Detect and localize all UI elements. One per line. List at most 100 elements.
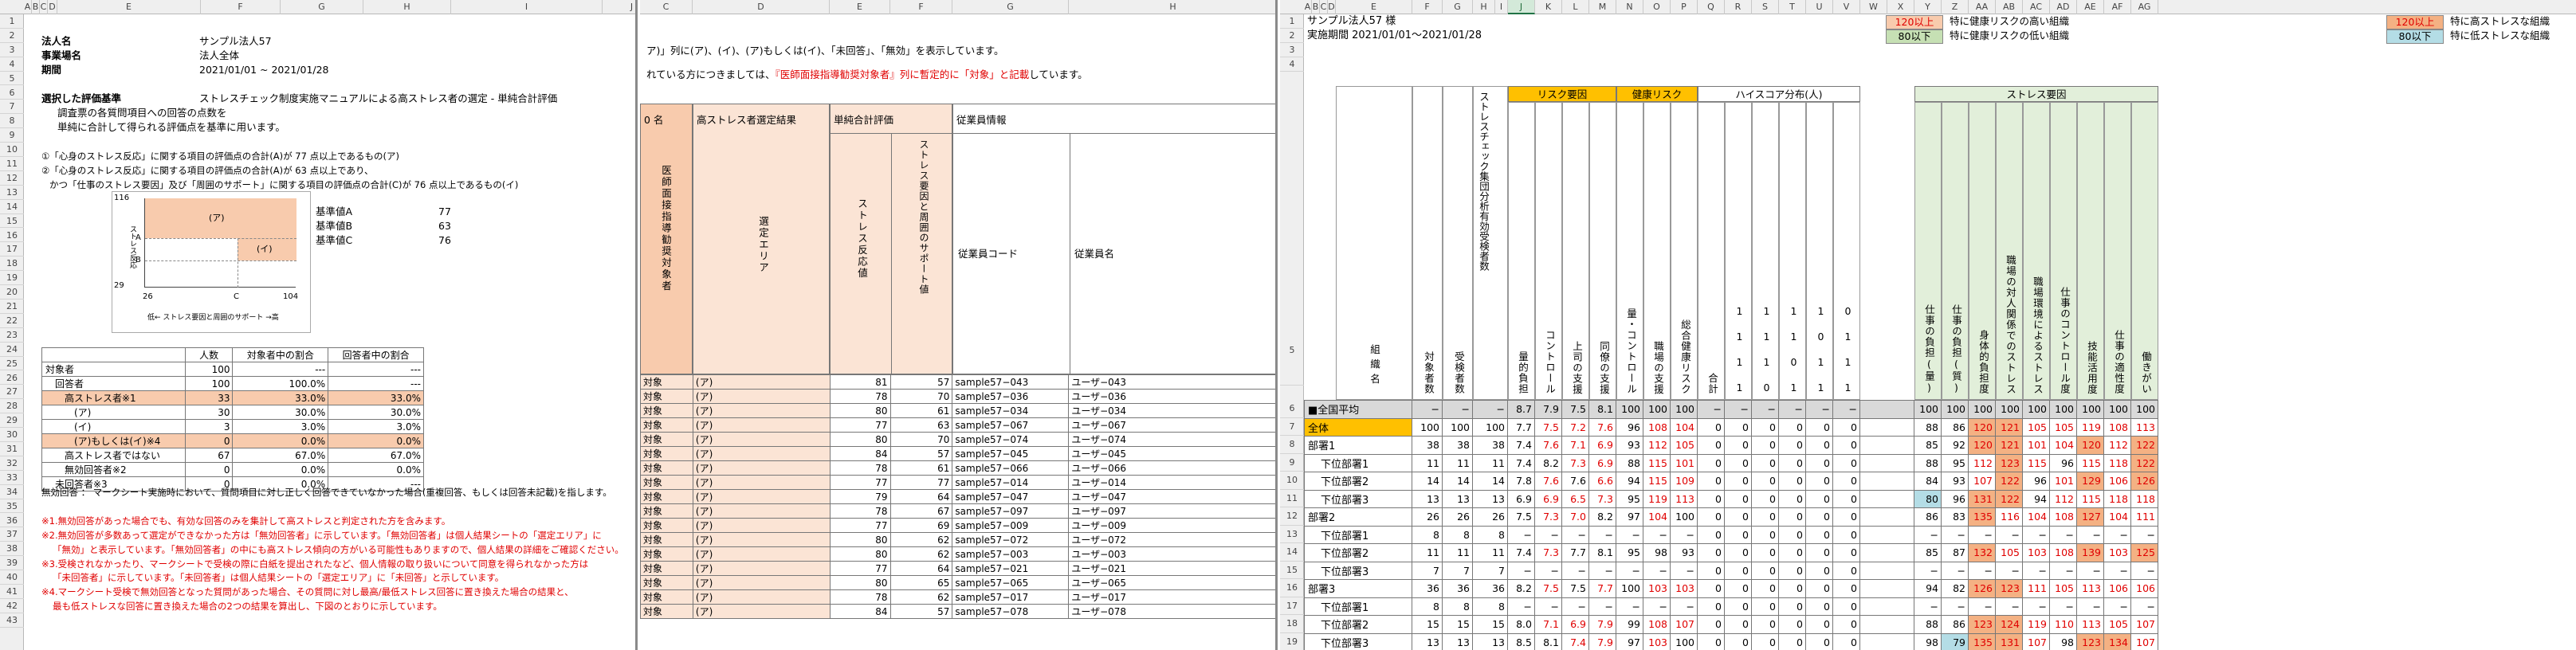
row-number[interactable]: 9 (1280, 454, 1304, 472)
column-letter[interactable]: J (603, 0, 635, 14)
column-letter[interactable]: J (1508, 0, 1535, 14)
row-number[interactable]: 36 (0, 514, 24, 528)
column-letter[interactable]: O (1643, 0, 1671, 14)
column-letter[interactable]: C (1320, 0, 1328, 14)
row-number[interactable]: 29 (0, 413, 24, 429)
row-number[interactable]: 5 (1280, 72, 1304, 386)
table-row[interactable]: 対象 (ア) 84 57 sample57−045 ユーザ−045 (640, 446, 1275, 461)
table-row[interactable]: 対象 (ア) 77 69 sample57−009 ユーザ−009 (640, 518, 1275, 533)
row-number[interactable]: 8 (0, 114, 24, 129)
column-letter[interactable]: N (1616, 0, 1643, 14)
row-number[interactable]: 13 (1280, 526, 1304, 543)
row-number[interactable]: 27 (0, 385, 24, 400)
row-number[interactable]: 17 (1280, 597, 1304, 615)
table-row[interactable]: ■全国平均 − − −8.7 7.9 7.5 8.1 100 100 100− − − − − −100 10… (1304, 400, 2158, 419)
row-number[interactable]: 32 (0, 456, 24, 471)
column-letter[interactable]: Y (1914, 0, 1942, 14)
table-row[interactable]: 下位部署2 11 11 11 7.4 7.3 7.7 8.1 95 98 93 0 0 0 0 0 0 85 87 1… (1304, 543, 2158, 562)
column-letter[interactable]: W (1860, 0, 1887, 14)
row-number[interactable]: 17 (0, 242, 24, 257)
table-row[interactable]: 対象 (ア) 78 61 sample57−066 ユーザ−066 (640, 460, 1275, 476)
row-number[interactable]: 18 (1280, 615, 1304, 633)
table-row[interactable]: 対象 (ア) 80 62 sample57−072 ユーザ−072 (640, 532, 1275, 547)
row-number[interactable]: 22 (0, 314, 24, 328)
column-letter[interactable]: B (32, 0, 40, 14)
column-letter[interactable]: G (952, 0, 1069, 14)
row-number[interactable]: 11 (0, 157, 24, 171)
row-number[interactable]: 12 (1280, 507, 1304, 526)
row-number[interactable]: 26 (0, 371, 24, 386)
row-number[interactable]: 6 (0, 86, 24, 100)
row-number[interactable]: 35 (0, 499, 24, 514)
column-letter[interactable]: D (48, 0, 57, 14)
column-letter[interactable]: F (1412, 0, 1443, 14)
row-number[interactable]: 2 (0, 29, 24, 43)
column-letter[interactable]: G (281, 0, 363, 14)
table-row[interactable]: 対象 (ア) 78 70 sample57−036 ユーザ−036 (640, 389, 1275, 404)
column-letter[interactable]: E (57, 0, 201, 14)
column-letter[interactable]: AE (2077, 0, 2104, 14)
column-letter[interactable]: AD (2050, 0, 2077, 14)
row-number[interactable]: 38 (0, 542, 24, 557)
row-number[interactable]: 14 (0, 200, 24, 214)
column-letter[interactable]: R (1725, 0, 1752, 14)
table-row[interactable]: 対象 (ア) 77 63 sample57−067 ユーザ−067 (640, 417, 1275, 433)
column-letter[interactable]: P (1671, 0, 1698, 14)
table-row[interactable]: 対象 (ア) 80 70 sample57−074 ユーザ−074 (640, 432, 1275, 447)
row-number[interactable]: 15 (1280, 562, 1304, 579)
column-letter[interactable]: F (890, 0, 952, 14)
row-number[interactable]: 28 (0, 399, 24, 414)
table-row[interactable]: 対象 (ア) 78 62 sample57−017 ユーザ−017 (640, 589, 1275, 605)
row-number[interactable]: 11 (1280, 490, 1304, 507)
table-row[interactable]: 部署3 36 36 36 8.2 7.5 7.5 7.7 100 103 103 0 0 0 0 0 0 94 82… (1304, 579, 2158, 598)
table-row[interactable]: 全体 100 100 100 7.7 7.5 7.2 7.6 96 108 104 0 0 0 0 0 0 88 8… (1304, 417, 2158, 437)
row-number[interactable]: 1 (1280, 14, 1304, 29)
column-letter[interactable]: C (40, 0, 48, 14)
column-letter[interactable]: B (1312, 0, 1320, 14)
row-number[interactable]: 10 (0, 143, 24, 157)
column-letter[interactable]: H (363, 0, 451, 14)
column-letter[interactable]: AG (2131, 0, 2158, 14)
row-number[interactable]: 34 (0, 485, 24, 499)
row-number[interactable]: 10 (1280, 472, 1304, 490)
table-row[interactable]: 対象 (ア) 80 61 sample57−034 ユーザ−034 (640, 403, 1275, 418)
table-row[interactable]: 部署1 38 38 38 7.4 7.6 7.1 6.9 93 112 105 0 0 0 0 0 0 85 92 1… (1304, 436, 2158, 455)
row-number[interactable]: 8 (1280, 436, 1304, 454)
column-letter[interactable]: AF (2104, 0, 2131, 14)
table-row[interactable]: 対象 (ア) 81 57 sample57−043 ユーザ−043 (640, 374, 1275, 390)
column-letter[interactable]: I (451, 0, 603, 14)
table-row[interactable]: 対象 (ア) 79 64 sample57−047 ユーザ−047 (640, 489, 1275, 504)
column-letter[interactable]: Z (1942, 0, 1969, 14)
row-number[interactable]: 31 (0, 442, 24, 456)
column-letter[interactable]: I (1495, 0, 1508, 14)
row-number[interactable]: 20 (0, 285, 24, 300)
row-number[interactable]: 30 (0, 428, 24, 442)
table-row[interactable]: 下位部署1 8 8 8− − − − − − −0 0 0 0 0 0− − − − − − − − − (1304, 597, 2158, 616)
table-row[interactable]: 対象 (ア) 80 62 sample57−003 ユーザ−003 (640, 546, 1275, 562)
row-number[interactable]: 42 (0, 599, 24, 613)
row-number[interactable]: 4 (1280, 57, 1304, 72)
row-number[interactable]: 33 (0, 471, 24, 485)
row-number[interactable]: 43 (0, 613, 24, 628)
table-row[interactable]: 対象 (ア) 80 65 sample57−065 ユーザ−065 (640, 575, 1275, 590)
row-number[interactable]: 12 (0, 171, 24, 186)
column-letter[interactable]: G (1443, 0, 1473, 14)
table-row[interactable]: 対象 (ア) 77 64 sample57−021 ユーザ−021 (640, 561, 1275, 576)
column-letter[interactable]: U (1806, 0, 1833, 14)
row-number[interactable]: 19 (0, 271, 24, 286)
table-row[interactable]: 対象 (ア) 78 67 sample57−097 ユーザ−097 (640, 503, 1275, 519)
row-number[interactable]: 4 (0, 57, 24, 72)
table-row[interactable]: 下位部署1 11 11 11 7.4 8.2 7.3 6.9 88 115 101 0 0 0 0 0 0 88 9… (1304, 453, 2158, 472)
row-number[interactable]: 3 (1280, 43, 1304, 57)
sheet-pane-group-analysis[interactable]: A B C D E F G H I J K L M N O P Q R S T U V W X Y Z AA AB AC AD AE AF AG… (1280, 0, 2576, 650)
table-row[interactable]: 下位部署1 8 8 8− − − − − − −0 0 0 0 0 0− − − − − − − − − (1304, 525, 2158, 544)
row-number[interactable]: 16 (0, 229, 24, 243)
row-number[interactable]: 24 (0, 343, 24, 357)
column-letter[interactable]: A (1304, 0, 1312, 14)
table-row[interactable]: 下位部署3 13 13 13 8.5 8.1 7.4 7.9 97 103 100 0 0 0 0 0 0 98 7… (1304, 632, 2158, 650)
table-row[interactable]: 部署2 26 26 26 7.5 7.3 7.0 8.2 97 104 100 0 0 0 0 0 0 86 83 1… (1304, 507, 2158, 527)
row-number[interactable]: 15 (0, 214, 24, 229)
row-number[interactable]: 23 (0, 328, 24, 343)
row-number[interactable]: 21 (0, 300, 24, 314)
column-letter[interactable]: E (1336, 0, 1412, 14)
